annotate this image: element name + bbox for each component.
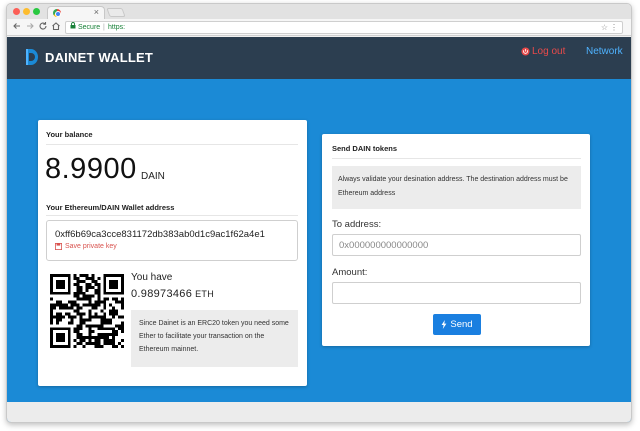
divider bbox=[46, 215, 298, 216]
balance-unit: DAIN bbox=[141, 171, 165, 182]
address-bar[interactable]: Secure | https: ☆ ⋮ bbox=[65, 21, 623, 34]
arrow-right-icon[interactable] bbox=[25, 21, 35, 35]
browser-tab[interactable]: × bbox=[47, 6, 105, 19]
you-have-label: You have bbox=[131, 272, 173, 283]
eth-unit: ETH bbox=[195, 289, 215, 299]
bolt-icon bbox=[442, 320, 447, 329]
app-brand: DAINET WALLET bbox=[45, 50, 154, 65]
send-label: Send bbox=[450, 319, 473, 330]
star-icon[interactable]: ☆ bbox=[601, 22, 608, 33]
divider bbox=[332, 158, 581, 159]
balance-title: Your balance bbox=[46, 130, 93, 139]
amount-label: Amount: bbox=[332, 267, 368, 278]
send-card: Send DAIN tokens Always validate your de… bbox=[322, 134, 590, 346]
save-private-key-label: Save private key bbox=[65, 243, 117, 250]
balance-value: 8.9900 bbox=[45, 153, 137, 185]
to-address-label: To address: bbox=[332, 219, 382, 230]
lock-icon bbox=[70, 22, 76, 33]
app-viewport: DAINET WALLET Log out Network Your balan… bbox=[7, 37, 631, 422]
send-title: Send DAIN tokens bbox=[332, 144, 398, 153]
address-validation-note: Always validate your desination address.… bbox=[332, 166, 581, 209]
tab-close-button[interactable]: × bbox=[94, 7, 99, 17]
eth-info-note: Since Dainet is an ERC20 token you need … bbox=[131, 310, 298, 367]
kebab-menu-icon[interactable]: ⋮ bbox=[610, 22, 618, 33]
maximize-window-button[interactable] bbox=[33, 8, 40, 15]
arrow-left-icon[interactable] bbox=[12, 21, 22, 35]
save-private-key-link[interactable]: Save private key bbox=[55, 243, 117, 250]
home-icon[interactable] bbox=[51, 21, 61, 35]
browser-window: × Secure | https: ☆ ⋮ DAINET WALLET Log … bbox=[6, 3, 632, 423]
logout-label: Log out bbox=[532, 46, 566, 57]
network-link[interactable]: Network bbox=[586, 46, 623, 57]
browser-titlebar: × bbox=[7, 4, 631, 19]
close-window-button[interactable] bbox=[13, 8, 20, 15]
app-header: DAINET WALLET Log out Network bbox=[7, 37, 631, 79]
floppy-disk-icon bbox=[55, 243, 62, 250]
logout-link[interactable]: Log out bbox=[521, 46, 565, 57]
browser-toolbar: Secure | https: ☆ ⋮ bbox=[7, 19, 631, 36]
divider bbox=[46, 144, 298, 145]
wallet-address[interactable]: 0xff6b69ca3cce831172db383ab0d1c9ac1f62a4… bbox=[55, 229, 265, 240]
to-address-input[interactable] bbox=[332, 234, 581, 256]
reload-icon[interactable] bbox=[38, 21, 48, 35]
wallet-qr-code bbox=[50, 274, 124, 348]
url-separator: | bbox=[103, 24, 105, 31]
app-footer bbox=[7, 402, 631, 422]
eth-balance: 0.98973466 ETH bbox=[131, 288, 214, 300]
eth-balance-value: 0.98973466 bbox=[131, 288, 193, 300]
amount-input[interactable] bbox=[332, 282, 581, 304]
power-icon bbox=[521, 47, 530, 56]
secure-label: Secure bbox=[78, 24, 101, 31]
minimize-window-button[interactable] bbox=[23, 8, 30, 15]
send-button[interactable]: Send bbox=[433, 314, 481, 335]
chrome-icon bbox=[53, 9, 61, 17]
wallet-address-box: 0xff6b69ca3cce831172db383ab0d1c9ac1f62a4… bbox=[46, 220, 298, 261]
url-text[interactable]: https: bbox=[108, 22, 125, 33]
new-tab-button[interactable] bbox=[106, 8, 126, 17]
dainet-logo-icon bbox=[26, 49, 38, 65]
balance-card: Your balance 8.9900 DAIN Your Ethereum/D… bbox=[38, 120, 307, 386]
address-title: Your Ethereum/DAIN Wallet address bbox=[46, 203, 175, 212]
